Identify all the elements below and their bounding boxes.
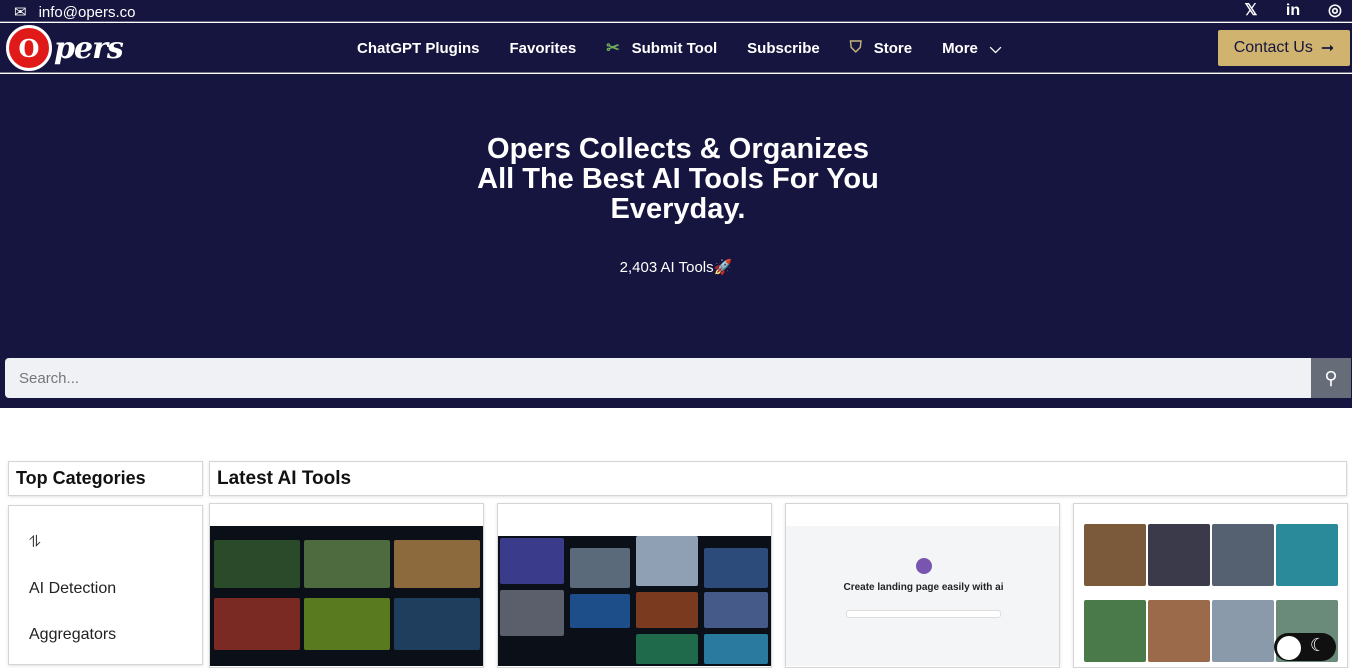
chevron-down-icon: ⌵ — [989, 39, 1002, 57]
search-icon: ⚲ — [1324, 367, 1338, 388]
hero-section: Opers Collects & Organizes All The Best … — [0, 74, 1352, 408]
search-input[interactable]: Search... — [5, 358, 1311, 398]
tool-thumbnail — [498, 536, 771, 666]
top-info-bar: ✉ info@opers.co 𝕏 in ◎ — [0, 0, 1352, 22]
tools-icon: ✂ — [606, 40, 620, 57]
main-navbar: O pers ChatGPT Plugins Favorites ✂ Submit… — [0, 23, 1352, 73]
category-aggregators[interactable]: Aggregators — [29, 612, 182, 658]
hero-headline: Opers Collects & Organizes All The Best … — [477, 133, 879, 225]
category-ai-detection[interactable]: AI Detection — [29, 566, 182, 612]
nav-store[interactable]: ⛉ Store — [850, 39, 912, 57]
dark-mode-toggle[interactable]: ☾ — [1274, 633, 1336, 661]
nav-favorites[interactable]: Favorites — [510, 40, 577, 57]
linkedin-icon[interactable]: in — [1284, 2, 1302, 20]
tool-count: 2,403 AI Tools🚀 — [619, 259, 733, 276]
top-categories-heading: Top Categories — [8, 461, 203, 496]
moon-icon: ☾ — [1309, 635, 1326, 655]
instagram-icon[interactable]: ◎ — [1326, 2, 1344, 20]
latest-tools-heading: Latest AI Tools — [209, 461, 1347, 496]
shopping-bag-icon: ⛉ — [849, 39, 862, 56]
tool-thumbnail — [210, 526, 483, 666]
category-list: ⥮ AI Detection Aggregators — [8, 505, 203, 665]
email-contact[interactable]: ✉ info@opers.co — [14, 3, 136, 22]
tool-thumbnail: Create landing page easily with ai — [786, 526, 1059, 666]
tool-card[interactable]: Create landing page easily with ai — [785, 503, 1060, 668]
site-logo[interactable]: O pers — [6, 25, 124, 71]
nav-menu: ChatGPT Plugins Favorites ✂ Submit Tool S… — [357, 23, 1001, 73]
social-links: 𝕏 in ◎ — [1242, 2, 1344, 20]
envelope-icon: ✉ — [14, 4, 27, 21]
email-text: info@opers.co — [38, 3, 136, 21]
logo-word: pers — [54, 30, 124, 66]
toggle-knob — [1277, 636, 1301, 660]
search-button[interactable]: ⚲ — [1311, 358, 1351, 398]
filter-icon[interactable]: ⥮ — [29, 520, 182, 566]
card-caption: Create landing page easily with ai — [843, 582, 1004, 593]
tool-card[interactable] — [209, 503, 484, 668]
nav-submit-tool[interactable]: ✂ Submit Tool — [606, 38, 717, 58]
x-twitter-icon[interactable]: 𝕏 — [1242, 2, 1260, 20]
contact-us-button[interactable]: Contact Us ➞ — [1218, 30, 1350, 66]
tool-card[interactable] — [497, 503, 772, 668]
nav-chatgpt-plugins[interactable]: ChatGPT Plugins — [357, 40, 480, 57]
nav-subscribe[interactable]: Subscribe — [747, 40, 820, 57]
logo-mark: O — [6, 25, 52, 71]
nav-more[interactable]: More ⌵ — [942, 40, 1001, 57]
arrow-right-icon: ➞ — [1320, 40, 1335, 57]
